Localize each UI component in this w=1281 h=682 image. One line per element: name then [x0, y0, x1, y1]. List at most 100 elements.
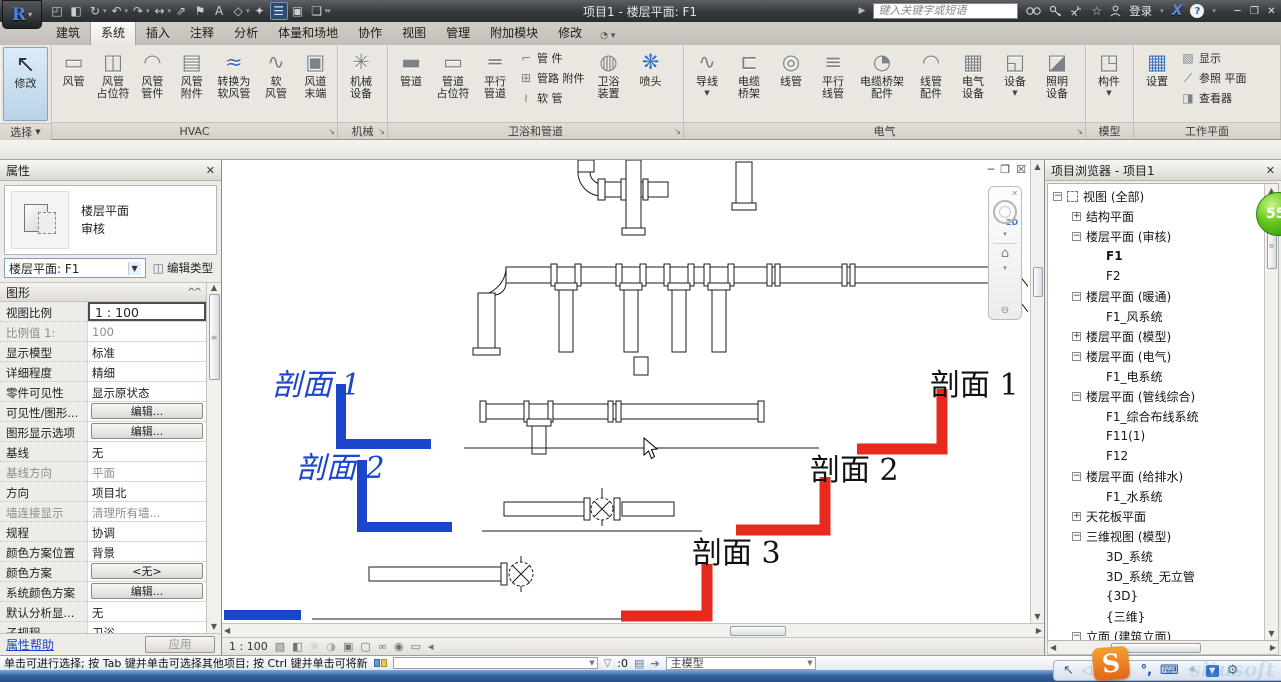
- dialog-launcher-icon[interactable]: ↘: [1076, 127, 1083, 136]
- tree-item-floor-plans-electrical[interactable]: 楼层平面 (电气): [1048, 346, 1264, 366]
- blue-section-line[interactable]: [224, 610, 301, 620]
- panel-label-mechanical[interactable]: 机械↘: [338, 122, 387, 139]
- collapse-toggle[interactable]: [1072, 632, 1081, 641]
- property-row[interactable]: 规程协调: [0, 522, 206, 542]
- chevron-down-icon[interactable]: ▾: [1003, 230, 1007, 238]
- close-button[interactable]: ✕: [1264, 4, 1279, 19]
- property-row[interactable]: 基线方向平面: [0, 462, 206, 482]
- tab-analyze[interactable]: 分析: [224, 21, 268, 45]
- search-input[interactable]: [873, 3, 1018, 19]
- collapse-toggle[interactable]: [1072, 532, 1081, 541]
- ime-fullwidth-icon[interactable]: ☾: [1121, 663, 1133, 678]
- modify-button[interactable]: ↖ 修改: [3, 47, 48, 121]
- measure-button[interactable]: ↔: [151, 2, 169, 20]
- pipe-fitting-button[interactable]: ⌐管 件: [516, 50, 588, 66]
- section-label-red-2[interactable]: 剖面 2: [810, 453, 899, 488]
- tree-item-floor-plans-plumbing[interactable]: 楼层平面 (给排水): [1048, 466, 1264, 486]
- panel-label-select[interactable]: 选择▼: [0, 123, 51, 140]
- section-button[interactable]: ✦: [251, 2, 269, 20]
- tree-item-floor-plans-mep[interactable]: 楼层平面 (管线综合): [1048, 386, 1264, 406]
- view-minimize-button[interactable]: ─: [988, 163, 995, 176]
- user-icon[interactable]: [1110, 5, 1121, 17]
- editing-requests-icon[interactable]: ➔: [650, 657, 659, 670]
- chevron-down-icon[interactable]: ▾: [1003, 264, 1007, 272]
- app-menu-button[interactable]: R▾: [2, 0, 42, 29]
- ime-punctuation-icon[interactable]: °,: [1141, 663, 1152, 678]
- crop-view-icon[interactable]: ▣: [343, 640, 353, 653]
- component-button[interactable]: ◳构件▼: [1088, 46, 1130, 97]
- active-workset-combobox[interactable]: 主模型▼: [666, 657, 816, 670]
- expand-toggle[interactable]: [1072, 212, 1081, 221]
- browser-horizontal-scrollbar[interactable]: ◀ ▶: [1047, 641, 1279, 655]
- floor-plan-canvas[interactable]: 剖面 1 剖面 2 剖面 1 剖面 2 剖面 3: [222, 160, 1028, 622]
- navbar-close-icon[interactable]: ✕: [1011, 189, 1018, 198]
- tree-item-elevations[interactable]: 立面 (建筑立面): [1048, 626, 1264, 640]
- undo-button[interactable]: ↶: [108, 2, 126, 20]
- panel-label-plumbing[interactable]: 卫浴和管道↘: [388, 122, 683, 139]
- close-icon[interactable]: ✕: [206, 164, 215, 177]
- temporary-hide-isolate-icon[interactable]: ∞: [378, 640, 387, 653]
- dialog-launcher-icon[interactable]: ↘: [328, 127, 335, 136]
- property-row[interactable]: 颜色方案位置背景: [0, 542, 206, 562]
- flex-pipe-button[interactable]: ≀软 管: [516, 90, 588, 106]
- login-button[interactable]: 登录: [1129, 3, 1152, 19]
- expand-icon[interactable]: ◂: [428, 640, 434, 653]
- section-label-red-3[interactable]: 剖面 3: [692, 536, 781, 571]
- tree-item-3d-system-no-risers[interactable]: 3D_系统_无立管: [1048, 566, 1264, 586]
- scroll-up-icon[interactable]: ▲: [211, 283, 217, 292]
- section-label-blue-2[interactable]: 剖面 2: [296, 451, 385, 486]
- tree-item-3d-views[interactable]: 三维视图 (模型): [1048, 526, 1264, 546]
- steering-wheel-icon[interactable]: [993, 200, 1017, 224]
- lighting-fixture-button[interactable]: ◪照明 设备: [1036, 46, 1078, 101]
- customize-qat-button[interactable]: ▾: [327, 7, 331, 15]
- dialog-launcher-icon[interactable]: ↘: [674, 127, 681, 136]
- design-option-combobox[interactable]: ▼: [393, 657, 598, 669]
- edit-display-options-button[interactable]: 编辑...: [91, 423, 203, 439]
- panel-label-hvac[interactable]: HVAC↘: [52, 122, 337, 139]
- default-3d-view-button[interactable]: ◇: [229, 2, 247, 20]
- favorites-star-icon[interactable]: ☆: [1091, 4, 1102, 18]
- notification-badge[interactable]: 55: [1256, 192, 1281, 238]
- scroll-up-icon[interactable]: ▲: [1034, 160, 1040, 171]
- section-label-red-1[interactable]: 剖面 1: [930, 368, 1019, 403]
- properties-title-bar[interactable]: 属性 ✕: [0, 160, 221, 181]
- set-work-plane-button[interactable]: ▦设置: [1136, 46, 1178, 88]
- property-row[interactable]: 图形显示选项编辑...: [0, 422, 206, 442]
- collapse-icon[interactable]: ^^: [187, 287, 200, 298]
- help-button[interactable]: ?: [1190, 4, 1204, 18]
- property-row[interactable]: 系统颜色方案编辑...: [0, 582, 206, 602]
- worksharing-icon[interactable]: [374, 659, 387, 667]
- property-row[interactable]: 零件可见性显示原状态: [0, 382, 206, 402]
- close-hidden-windows-button[interactable]: ▣: [289, 2, 307, 20]
- ime-language-icon[interactable]: 中: [1100, 661, 1113, 680]
- ime-prev-icon[interactable]: ◁: [1082, 663, 1092, 678]
- collapse-toggle[interactable]: [1072, 392, 1081, 401]
- scroll-down-icon[interactable]: ▼: [1268, 629, 1274, 640]
- property-row[interactable]: 显示模型标准: [0, 342, 206, 362]
- tree-item-floor-plans-model[interactable]: 楼层平面 (模型): [1048, 326, 1264, 346]
- tree-item-f1[interactable]: F1: [1048, 246, 1264, 266]
- zoom-tool-icon[interactable]: ⌂: [1001, 246, 1009, 261]
- shadows-icon[interactable]: ◑: [326, 640, 336, 653]
- pipe-placeholder-button[interactable]: ▭管道 占位符: [432, 46, 474, 101]
- view-restore-button[interactable]: ❐: [1000, 163, 1010, 176]
- tree-item-f11-1[interactable]: F11(1): [1048, 426, 1264, 446]
- pipe-accessory-button[interactable]: ⊞管路 附件: [516, 70, 588, 86]
- air-terminal-button[interactable]: ▣风道 末端: [296, 46, 335, 101]
- conduit-fitting-button[interactable]: ◠线管 配件: [910, 46, 952, 101]
- tree-item-f1-electrical-system[interactable]: F1_电系统: [1048, 366, 1264, 386]
- property-row[interactable]: 视图比例1 : 100: [0, 302, 206, 322]
- parallel-conduits-button[interactable]: ≡平行 线管: [812, 46, 854, 101]
- tree-item-f2[interactable]: F2: [1048, 266, 1264, 286]
- reference-plane-button[interactable]: ⟋参照 平面: [1178, 70, 1250, 86]
- show-work-plane-button[interactable]: ▧显示: [1178, 50, 1250, 66]
- text-button[interactable]: A: [210, 2, 228, 20]
- viewer-button[interactable]: ◨查看器: [1178, 90, 1250, 106]
- search-icon[interactable]: [1026, 5, 1041, 17]
- apply-button[interactable]: 应用: [145, 636, 215, 653]
- show-crop-region-icon[interactable]: ▢: [360, 640, 370, 653]
- tab-systems[interactable]: 系统: [90, 20, 136, 45]
- tree-item-f1-water-system[interactable]: F1_水系统: [1048, 486, 1264, 506]
- scroll-right-icon[interactable]: ▶: [1036, 626, 1044, 635]
- detail-level-icon[interactable]: ▨: [275, 640, 285, 653]
